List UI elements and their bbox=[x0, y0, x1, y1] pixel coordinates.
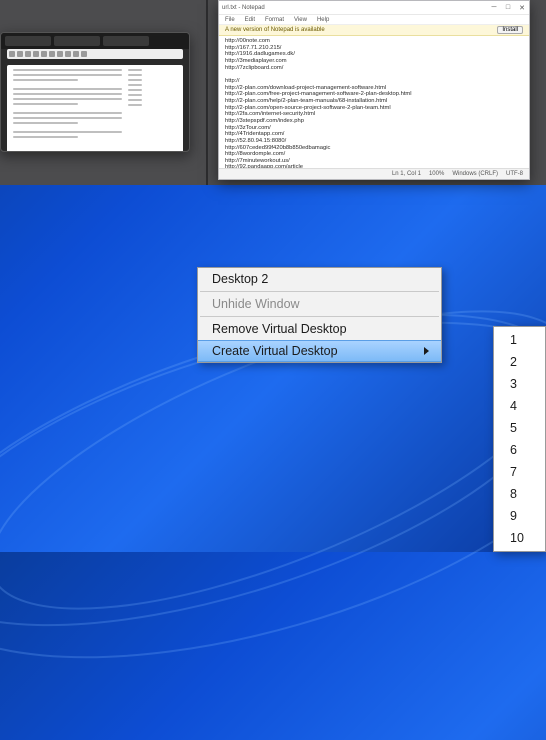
menu-item-create-virtual-desktop[interactable]: Create Virtual Desktop bbox=[198, 340, 441, 362]
notepad-content[interactable]: http://00note.com http://167.71.210.215/… bbox=[219, 36, 529, 180]
submenu-item-1[interactable]: 1 bbox=[494, 329, 545, 351]
status-pos: Ln 1, Col 1 bbox=[392, 171, 421, 177]
notepad-titlebar: url.txt - Notepad ─ □ ✕ bbox=[219, 1, 529, 15]
menu-item-unhide-window: Unhide Window bbox=[198, 293, 441, 315]
menu-item-label: Create Virtual Desktop bbox=[212, 344, 338, 358]
submenu-label: 2 bbox=[510, 355, 517, 369]
thumbnail-divider bbox=[206, 0, 208, 185]
submenu-label: 3 bbox=[510, 377, 517, 391]
submenu-label: 5 bbox=[510, 421, 517, 435]
submenu-item-9[interactable]: 9 bbox=[494, 505, 545, 527]
window-thumbnail-browser[interactable] bbox=[0, 32, 190, 152]
doc-page bbox=[7, 65, 183, 152]
submenu-item-2[interactable]: 2 bbox=[494, 351, 545, 373]
menu-item-desktop2[interactable]: Desktop 2 bbox=[198, 268, 441, 290]
submenu-item-7[interactable]: 7 bbox=[494, 461, 545, 483]
submenu-arrow-icon bbox=[424, 347, 429, 355]
window-controls: ─ □ ✕ bbox=[490, 4, 526, 12]
submenu-label: 6 bbox=[510, 443, 517, 457]
submenu-label: 1 bbox=[510, 333, 517, 347]
submenu-item-3[interactable]: 3 bbox=[494, 373, 545, 395]
submenu-label: 7 bbox=[510, 465, 517, 479]
status-enc: Windows (CRLF) bbox=[452, 171, 498, 177]
menu-item-label: Desktop 2 bbox=[212, 272, 268, 286]
submenu-label: 8 bbox=[510, 487, 517, 501]
browser-tabstrip bbox=[1, 33, 189, 49]
notepad-menubar: File Edit Format View Help bbox=[219, 15, 529, 25]
menu-file[interactable]: File bbox=[225, 17, 235, 23]
submenu-item-5[interactable]: 5 bbox=[494, 417, 545, 439]
menu-view[interactable]: View bbox=[294, 17, 307, 23]
menu-item-label: Remove Virtual Desktop bbox=[212, 322, 347, 336]
status-fmt: UTF-8 bbox=[506, 171, 523, 177]
close-icon[interactable]: ✕ bbox=[518, 4, 526, 12]
menu-edit[interactable]: Edit bbox=[245, 17, 255, 23]
create-desktop-submenu: 1 2 3 4 5 6 7 8 9 10 bbox=[493, 326, 546, 552]
menu-item-label: Unhide Window bbox=[212, 297, 300, 311]
submenu-label: 9 bbox=[510, 509, 517, 523]
submenu-label: 4 bbox=[510, 399, 517, 413]
window-thumbnail-notepad[interactable]: url.txt - Notepad ─ □ ✕ File Edit Format… bbox=[218, 0, 530, 180]
menu-help[interactable]: Help bbox=[317, 17, 329, 23]
context-menu: Desktop 2 Unhide Window Remove Virtual D… bbox=[197, 267, 442, 363]
submenu-label: 10 bbox=[510, 531, 524, 545]
menu-separator bbox=[200, 291, 439, 292]
submenu-item-6[interactable]: 6 bbox=[494, 439, 545, 461]
menu-separator bbox=[200, 316, 439, 317]
menu-format[interactable]: Format bbox=[265, 17, 284, 23]
status-zoom: 100% bbox=[429, 171, 444, 177]
notepad-update-notice: A new version of Notepad is available In… bbox=[219, 25, 529, 36]
menu-item-remove-virtual-desktop[interactable]: Remove Virtual Desktop bbox=[198, 318, 441, 340]
maximize-icon[interactable]: □ bbox=[504, 4, 512, 12]
notice-install-button[interactable]: Install bbox=[497, 26, 523, 34]
submenu-item-4[interactable]: 4 bbox=[494, 395, 545, 417]
notice-text: A new version of Notepad is available bbox=[225, 27, 325, 33]
notepad-statusbar: Ln 1, Col 1 100% Windows (CRLF) UTF-8 bbox=[219, 168, 529, 179]
notepad-title: url.txt - Notepad bbox=[222, 5, 265, 11]
submenu-item-8[interactable]: 8 bbox=[494, 483, 545, 505]
submenu-item-10[interactable]: 10 bbox=[494, 527, 545, 549]
doc-toolbar bbox=[7, 49, 183, 59]
minimize-icon[interactable]: ─ bbox=[490, 4, 498, 12]
